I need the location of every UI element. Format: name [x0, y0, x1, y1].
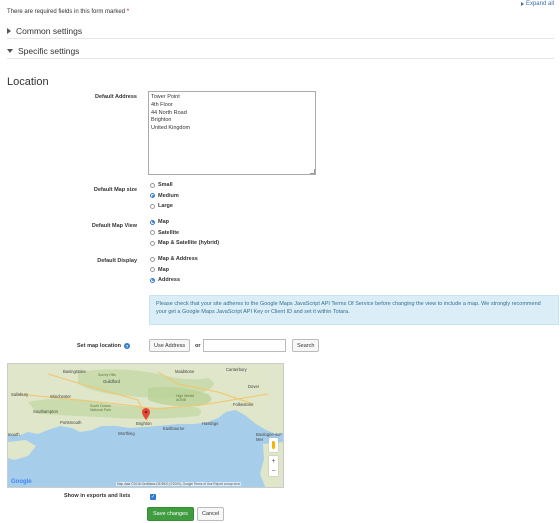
google-logo: Google: [11, 479, 32, 485]
set-map-location-text: Set map location: [77, 343, 122, 349]
map-place-label: Dover: [248, 384, 260, 389]
map-view-radio-group: Map Satellite Map & Satellite (hybrid): [150, 217, 219, 249]
radio-label: Satellite: [158, 229, 180, 236]
map-size-radio-group: Small Medium Large: [150, 180, 179, 212]
question-icon[interactable]: ?: [124, 343, 131, 349]
radio-button[interactable]: [150, 203, 155, 209]
map-place-label: South Downs National Park: [90, 404, 112, 412]
radio-option[interactable]: Small: [150, 180, 179, 191]
map-canvas: [8, 364, 283, 487]
map-place-label: Salisbury: [11, 392, 29, 397]
zoom-in-button[interactable]: +: [271, 458, 275, 465]
show-in-exports-checkbox[interactable]: ✓: [150, 494, 156, 500]
google-maps-notice: Please check that your site adheres to t…: [149, 295, 559, 325]
radio-label: Map & Address: [158, 256, 198, 263]
section-specific-label: Specific settings: [18, 45, 80, 56]
triangle-right-icon: [520, 2, 524, 6]
set-map-location-label: Set map location ?: [77, 343, 131, 349]
chevron-down-icon: [7, 48, 13, 53]
map-place-label: Hastings: [202, 421, 219, 426]
radio-label: Map: [158, 219, 169, 226]
map-view[interactable]: Basingstoke Guildford Surrey Hills Maids…: [7, 363, 284, 488]
use-address-button[interactable]: Use Address: [149, 339, 191, 352]
map-place-label: Canterbury: [226, 367, 247, 372]
radio-button[interactable]: [150, 256, 155, 262]
radio-button[interactable]: [150, 230, 155, 236]
map-size-label: Default Map size: [93, 187, 137, 193]
map-place-label: Folkestone: [233, 402, 254, 407]
radio-option[interactable]: Large: [150, 201, 179, 212]
radio-option[interactable]: Map: [150, 265, 198, 276]
map-place-label: Worthing: [118, 431, 135, 436]
cancel-button[interactable]: Cancel: [197, 507, 225, 521]
map-place-label: Surrey Hills: [98, 373, 116, 377]
required-note-text: There are required fields in this form m…: [7, 9, 126, 15]
map-search-input[interactable]: [203, 339, 286, 352]
show-in-exports-label: Show in exports and lists: [64, 493, 131, 499]
chevron-right-icon: [7, 27, 11, 34]
radio-option[interactable]: Map & Address: [150, 254, 198, 265]
map-place-label: Brighton: [136, 421, 152, 426]
section-specific-settings[interactable]: Specific settings: [7, 43, 554, 59]
radio-button[interactable]: [150, 182, 155, 188]
display-radio-group: Map & Address Map Address: [150, 254, 198, 286]
map-place-label: Eastbourne: [163, 426, 185, 431]
radio-button-selected[interactable]: [150, 277, 155, 283]
default-address-textarea[interactable]: Tower Point 4th Floor 44 North Road Brig…: [148, 91, 316, 175]
expand-all-link[interactable]: Expand all: [520, 1, 554, 7]
radio-button-selected[interactable]: [150, 193, 155, 199]
radio-label: Small: [158, 182, 173, 189]
radio-button[interactable]: [150, 267, 155, 273]
save-changes-button[interactable]: Save changes: [147, 507, 194, 521]
zoom-out-button[interactable]: −: [271, 468, 275, 475]
zoom-control: + −: [269, 456, 278, 476]
radio-label: Large: [158, 203, 173, 210]
map-place-label: Winchester: [50, 394, 71, 399]
radio-label: Map & Satellite (hybrid): [158, 240, 220, 247]
required-star-icon: *: [126, 9, 130, 15]
map-marker-icon[interactable]: [142, 408, 150, 420]
expand-all-label: Expand all: [525, 1, 554, 7]
map-view-label: Default Map View: [91, 223, 137, 229]
map-place-label: Portsmouth: [60, 420, 82, 425]
map-place-label: Basingstoke: [63, 369, 86, 374]
radio-label: Map: [158, 266, 169, 273]
map-place-label: Maidstone: [175, 369, 195, 374]
radio-option[interactable]: Map & Satellite (hybrid): [150, 238, 219, 249]
map-place-label: Guildford: [103, 379, 120, 384]
section-common-settings[interactable]: Common settings: [7, 23, 554, 39]
page-heading: Location: [7, 76, 49, 88]
radio-option[interactable]: Address: [150, 275, 198, 286]
radio-label: Medium: [158, 192, 179, 199]
radio-button-selected[interactable]: [150, 219, 155, 225]
radio-button[interactable]: [150, 240, 155, 246]
section-common-label: Common settings: [16, 25, 83, 36]
search-button[interactable]: Search: [292, 339, 320, 352]
map-place-label: Southampton: [33, 409, 58, 414]
radio-option[interactable]: Map: [150, 217, 219, 228]
resize-handle-icon[interactable]: [310, 169, 315, 174]
map-copyright[interactable]: Map data ©2016 GeoBasis-DE/BKG (©2009), …: [116, 482, 242, 486]
or-label: or: [195, 343, 201, 349]
default-display-label: Default Display: [97, 258, 137, 264]
map-place-label: mouth: [8, 432, 20, 437]
street-view-pegman-icon[interactable]: [269, 438, 278, 452]
radio-option[interactable]: Medium: [150, 191, 179, 202]
default-address-label: Default Address: [95, 94, 137, 100]
google-logo-text: Google: [11, 479, 32, 485]
radio-option[interactable]: Satellite: [150, 228, 219, 239]
map-place-label: High Weald AONB: [176, 394, 195, 402]
radio-label: Address: [158, 277, 181, 284]
required-fields-note: There are required fields in this form m…: [7, 9, 129, 15]
